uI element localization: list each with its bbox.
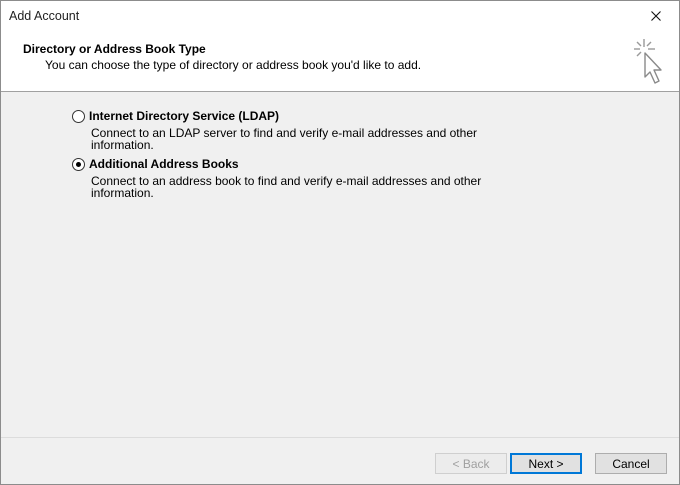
close-icon bbox=[651, 11, 661, 21]
next-button[interactable]: Next > bbox=[510, 453, 582, 474]
sparkle-cursor-icon bbox=[634, 39, 662, 84]
page-title: Directory or Address Book Type bbox=[23, 42, 206, 56]
window-title: Add Account bbox=[9, 9, 80, 23]
cancel-button[interactable]: Cancel bbox=[595, 453, 667, 474]
ldap-option-label[interactable]: Internet Directory Service (LDAP) bbox=[89, 109, 279, 123]
ldap-option-description: Connect to an LDAP server to find and ve… bbox=[91, 126, 477, 152]
page-subtitle: You can choose the type of directory or … bbox=[45, 58, 422, 72]
radio-selected-dot bbox=[76, 162, 81, 167]
wizard-header: Directory or Address Book Type You can c… bbox=[1, 31, 679, 92]
footer-divider bbox=[1, 437, 679, 438]
add-account-dialog: Add Account Directory or Address Book Ty… bbox=[0, 0, 680, 485]
address-books-option-label[interactable]: Additional Address Books bbox=[89, 157, 239, 171]
address-books-radio[interactable] bbox=[72, 158, 85, 171]
back-button[interactable]: < Back bbox=[435, 453, 507, 474]
title-bar: Add Account bbox=[1, 1, 679, 31]
ldap-radio[interactable] bbox=[72, 110, 85, 123]
address-books-option-description: Connect to an address book to find and v… bbox=[91, 174, 482, 200]
close-button[interactable] bbox=[633, 1, 679, 31]
